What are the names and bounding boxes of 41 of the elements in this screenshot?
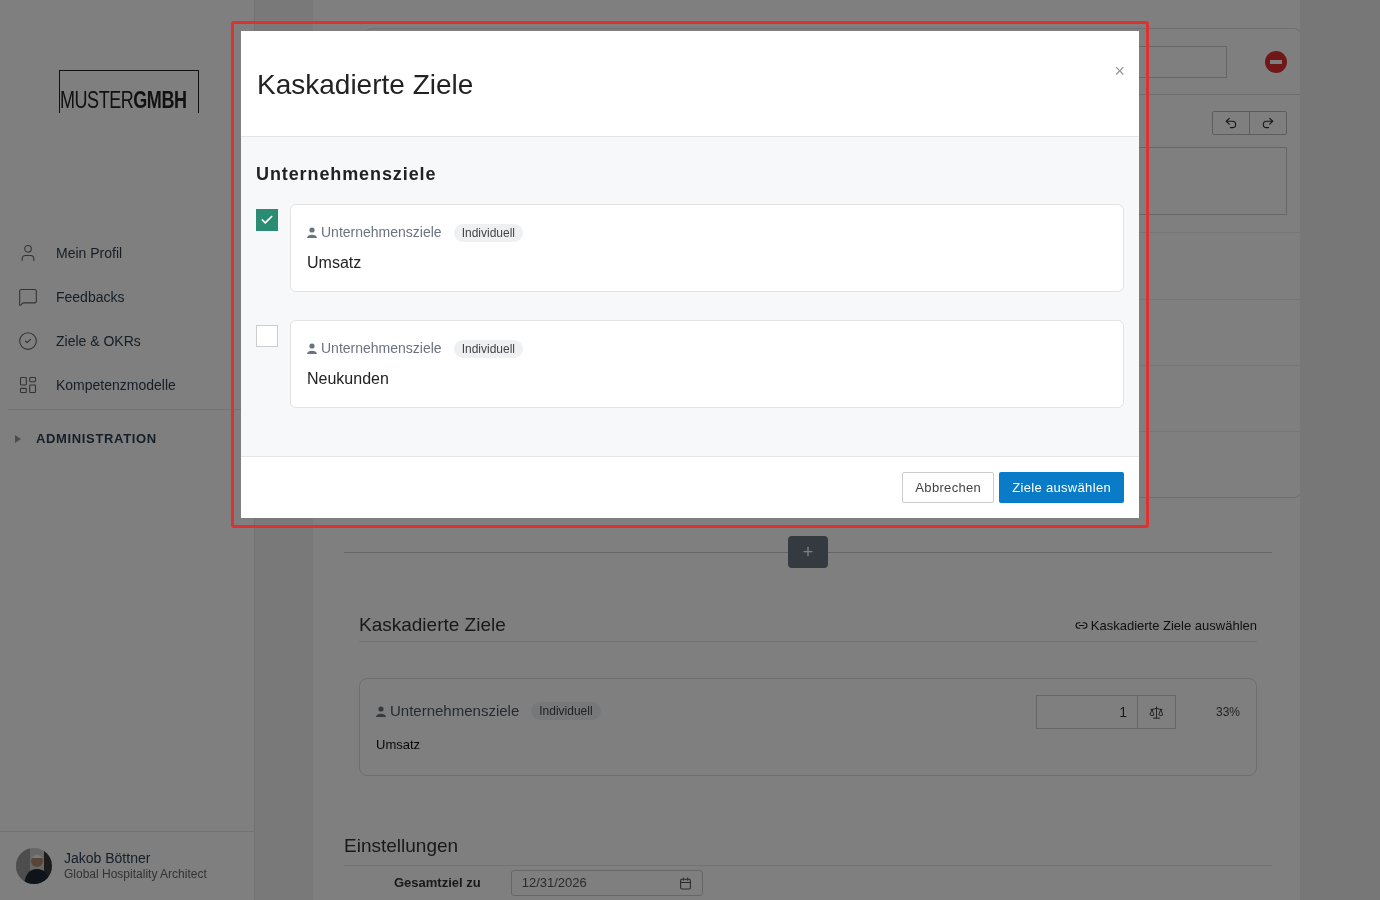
goal-name: Umsatz bbox=[376, 735, 422, 754]
section-title: Kaskadierte Ziele bbox=[359, 613, 506, 638]
goal-name: Neukunden bbox=[307, 369, 390, 389]
date-field[interactable]: 12/31/2026 bbox=[510, 870, 703, 896]
goal-card[interactable]: Unternehmensziele Individuell Neukunden bbox=[290, 320, 1124, 408]
user-name: Jakob Böttner bbox=[64, 849, 152, 868]
nav-icon bbox=[18, 375, 38, 395]
goal-category: Unternehmensziele bbox=[321, 223, 442, 242]
goal-category: Unternehmensziele bbox=[321, 339, 442, 358]
goal-name: Umsatz bbox=[307, 253, 363, 273]
undo-icon bbox=[1224, 116, 1238, 130]
section-title: Einstellungen bbox=[344, 834, 459, 859]
person-icon bbox=[307, 343, 317, 354]
link-icon bbox=[1074, 619, 1088, 632]
redo-icon bbox=[1261, 116, 1275, 130]
modal-title: Kaskadierte Ziele bbox=[257, 68, 474, 102]
goal-share: 33% bbox=[1214, 704, 1240, 721]
goal-tag: Individuell bbox=[453, 339, 523, 358]
person-icon bbox=[376, 705, 386, 717]
select-goals-link[interactable]: Kaskadierte Ziele auswählen bbox=[1074, 615, 1257, 636]
caret-icon bbox=[14, 435, 22, 443]
goal-card[interactable]: Unternehmensziele Individuell Umsatz bbox=[290, 204, 1124, 292]
cancel-button[interactable]: Abbrechen bbox=[902, 472, 995, 503]
logo: MUSTERGMBH bbox=[59, 70, 199, 113]
person-icon bbox=[307, 227, 317, 238]
goal-tag: Individuell bbox=[453, 223, 523, 242]
close-button[interactable]: × bbox=[1114, 62, 1125, 80]
nav-icon bbox=[18, 331, 38, 351]
calendar-icon bbox=[678, 876, 692, 890]
remove-icon[interactable] bbox=[1265, 50, 1287, 73]
add-button[interactable]: + bbox=[788, 536, 828, 568]
confirm-button[interactable]: Ziele auswählen bbox=[999, 472, 1124, 503]
user-role: Global Hospitality Architect bbox=[64, 867, 207, 883]
goal-tag: Individuell bbox=[531, 702, 601, 721]
nav-icon bbox=[18, 287, 38, 307]
field-label: Gesamtziel zu bbox=[394, 874, 481, 893]
check-icon bbox=[260, 213, 274, 227]
goal-category: Unternehmensziele bbox=[390, 701, 520, 721]
checkbox[interactable] bbox=[256, 325, 278, 347]
checkbox[interactable] bbox=[256, 209, 278, 231]
modal-section-title: Unternehmensziele bbox=[256, 163, 438, 186]
